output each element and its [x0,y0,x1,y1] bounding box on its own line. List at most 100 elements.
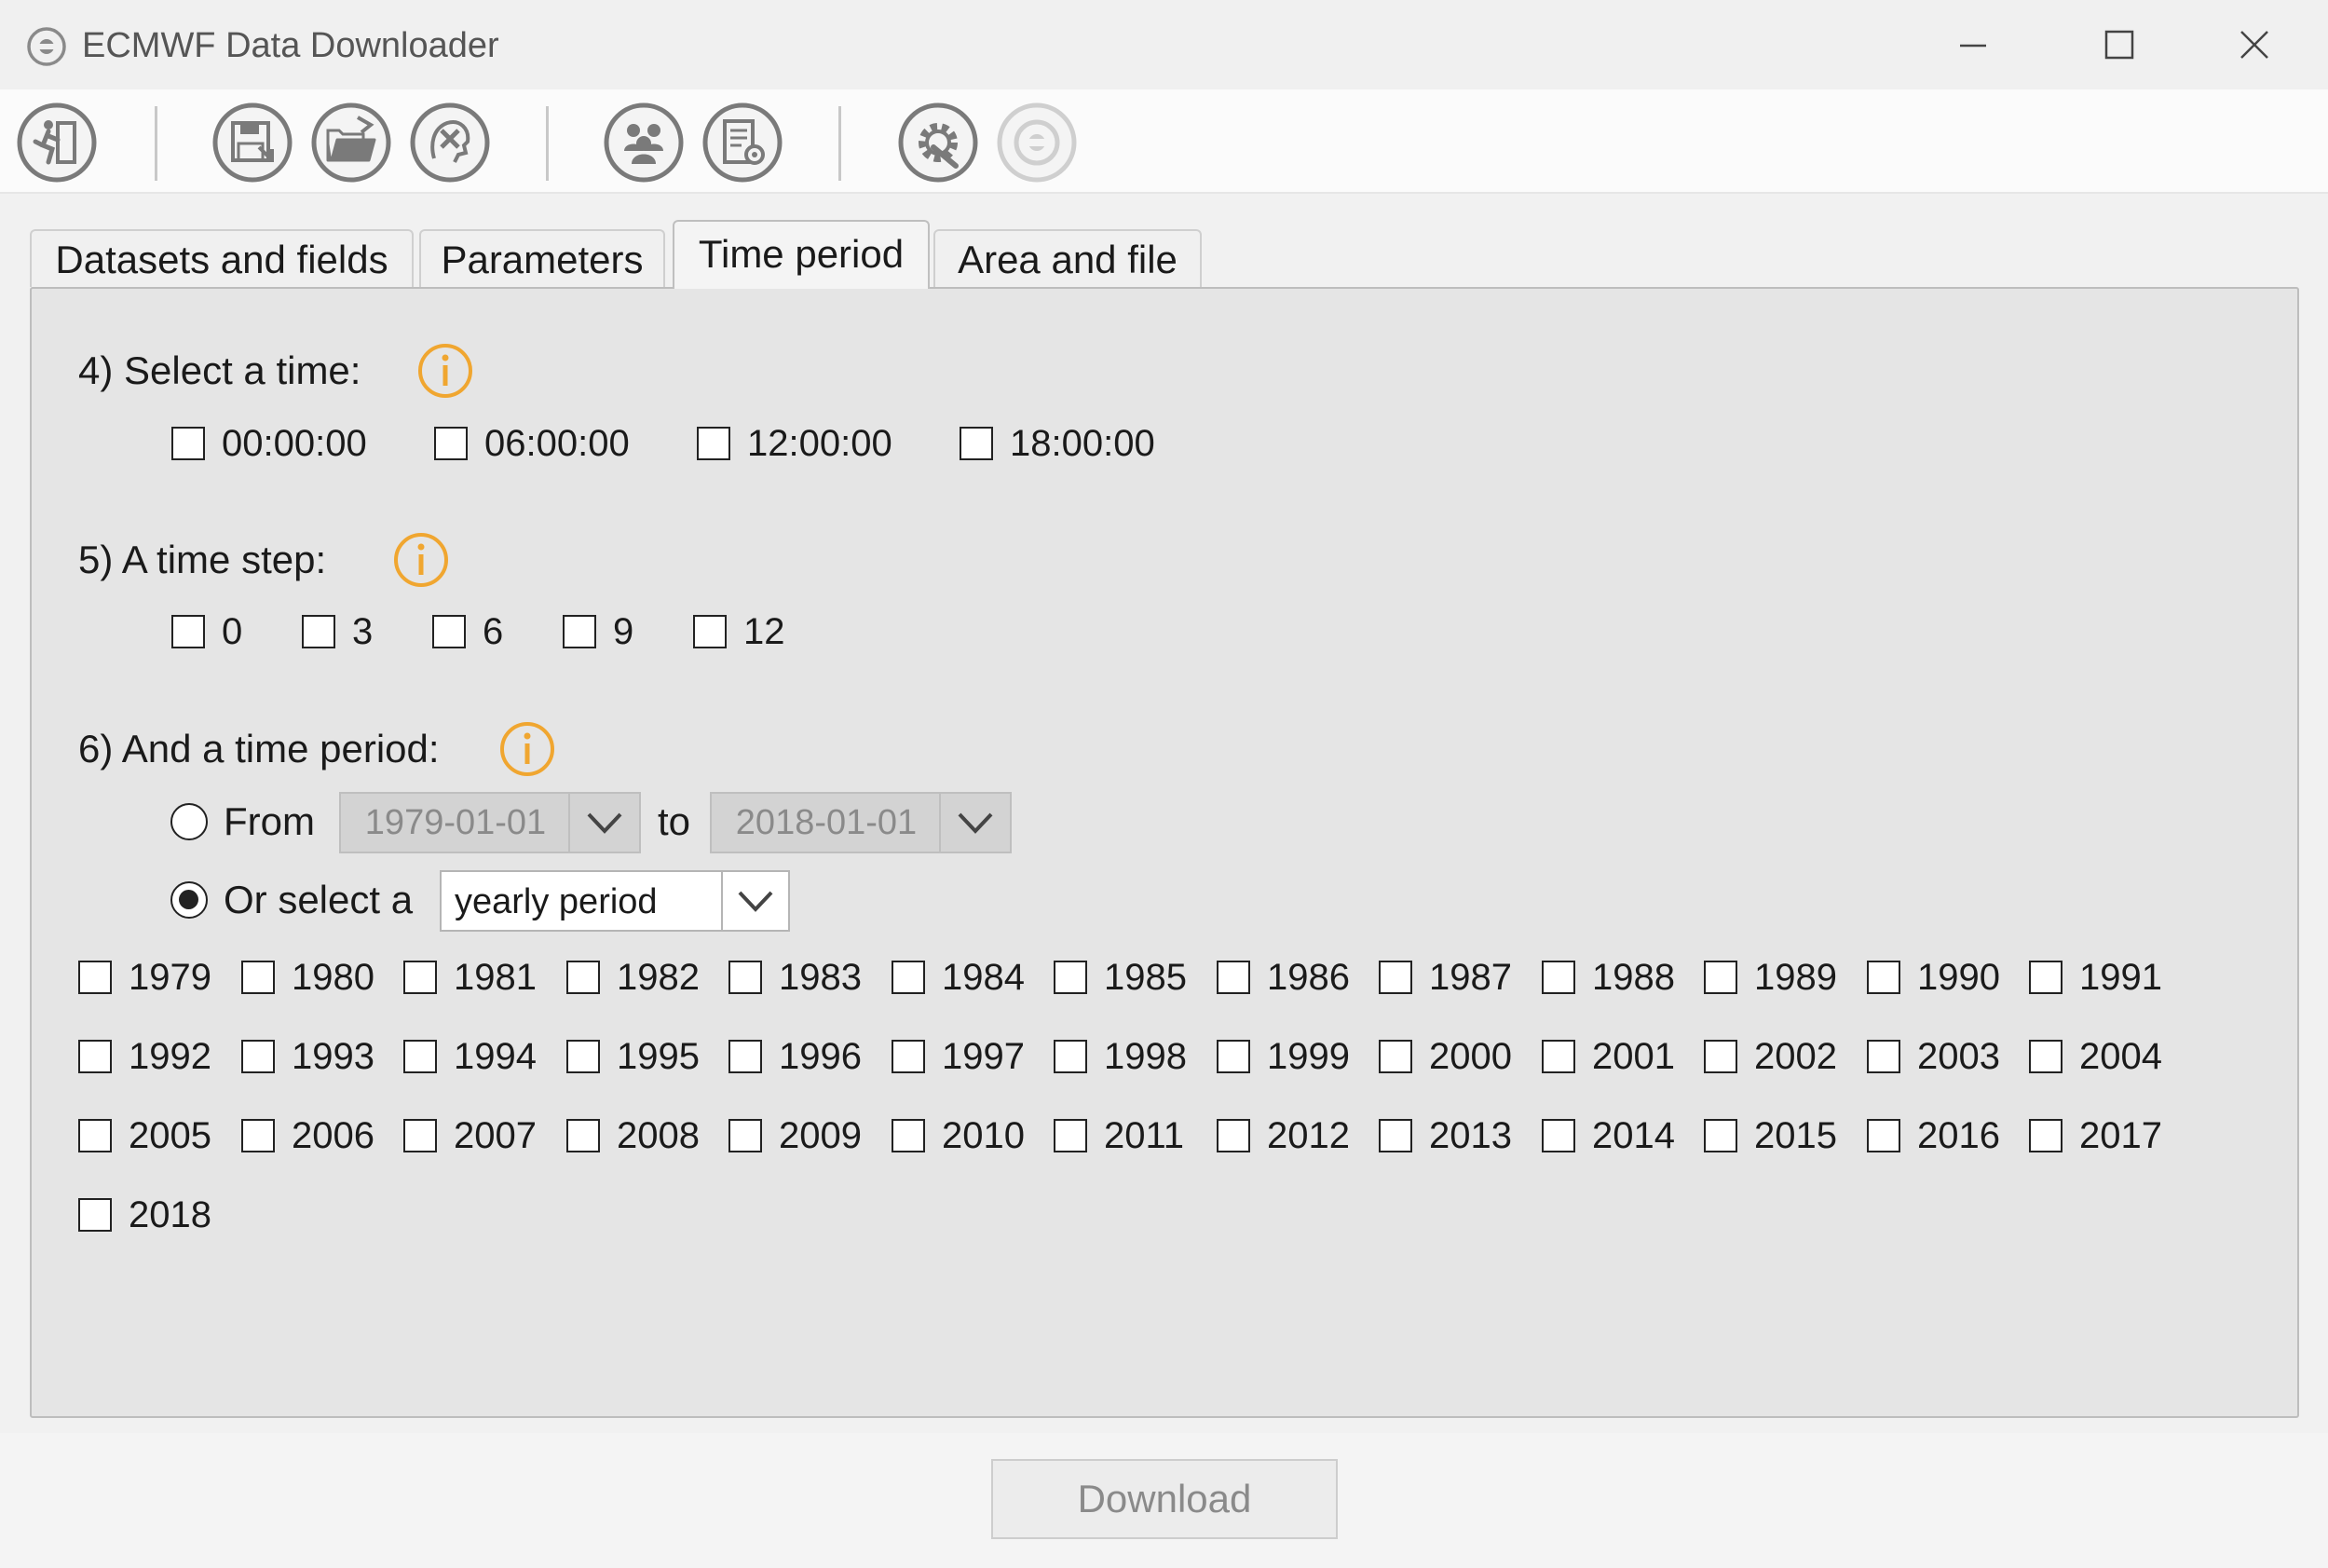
maximize-icon[interactable] [2090,20,2146,69]
year-checkbox-2015[interactable] [1704,1119,1737,1152]
year-checkbox-1996[interactable] [728,1040,762,1073]
help-icon[interactable] [995,101,1079,184]
year-checkbox-1989[interactable] [1704,961,1737,994]
tab-time-period[interactable]: Time period [673,220,930,289]
year-checkbox-1997[interactable] [892,1040,925,1073]
step-checkbox-9[interactable] [563,615,596,648]
year-checkbox-1991[interactable] [2029,961,2063,994]
exit-icon[interactable] [15,101,99,184]
year-checkbox-1979[interactable] [78,961,112,994]
time-option-label: 00:00:00 [222,423,367,464]
step-checkbox-6[interactable] [432,615,466,648]
year-label: 1999 [1267,1036,1350,1077]
year-checkbox-2003[interactable] [1867,1040,1900,1073]
step-checkbox-12[interactable] [693,615,727,648]
year-label: 1994 [454,1036,537,1077]
year-checkbox-2014[interactable] [1542,1119,1575,1152]
time-checkbox-1200[interactable] [697,427,730,460]
from-date-value: 1979-01-01 [364,803,547,842]
year-checkbox-2006[interactable] [241,1119,275,1152]
year-checkbox-2011[interactable] [1054,1119,1087,1152]
title-bar: ECMWF Data Downloader [0,0,2328,89]
year-checkbox-2007[interactable] [403,1119,437,1152]
year-checkbox-2010[interactable] [892,1119,925,1152]
report-settings-icon[interactable] [701,101,784,184]
year-checkbox-2012[interactable] [1217,1119,1250,1152]
chevron-down-icon[interactable] [939,794,1010,852]
year-checkbox-2008[interactable] [566,1119,600,1152]
year-checkbox-1984[interactable] [892,961,925,994]
year-checkbox-1987[interactable] [1379,961,1412,994]
year-checkbox-1994[interactable] [403,1040,437,1073]
from-label: From [224,799,315,843]
step-checkbox-3[interactable] [302,615,335,648]
year-label: 1984 [942,957,1025,998]
year-checkbox-1981[interactable] [403,961,437,994]
year-checkbox-1985[interactable] [1054,961,1087,994]
main-area: Datasets and fields Parameters Time peri… [0,194,2328,1433]
chevron-down-icon[interactable] [721,872,788,930]
year-label: 2000 [1429,1036,1512,1077]
time-option-label: 06:00:00 [484,423,630,464]
year-checkbox-2002[interactable] [1704,1040,1737,1073]
users-icon[interactable] [602,101,686,184]
year-checkbox-1990[interactable] [1867,961,1900,994]
window-title: ECMWF Data Downloader [82,26,499,65]
year-checkbox-1982[interactable] [566,961,600,994]
save-icon[interactable] [211,101,294,184]
info-icon[interactable] [415,341,475,401]
toolbar [0,89,2328,194]
time-period-panel: 4) Select a time: 00:00:00 06:00:00 12:0… [30,287,2299,1418]
year-checkbox-1998[interactable] [1054,1040,1087,1073]
bottom-bar: Download [0,1433,2328,1568]
step-option-label: 6 [483,611,504,652]
year-checkbox-2000[interactable] [1379,1040,1412,1073]
year-checkbox-1999[interactable] [1217,1040,1250,1073]
time-checkbox-0000[interactable] [171,427,205,460]
year-label: 2007 [454,1115,537,1156]
year-checkbox-2013[interactable] [1379,1119,1412,1152]
year-checkbox-2016[interactable] [1867,1119,1900,1152]
from-radio[interactable] [170,803,208,840]
step-checkbox-0[interactable] [171,615,205,648]
year-checkbox-1992[interactable] [78,1040,112,1073]
year-label: 2010 [942,1115,1025,1156]
tab-parameters[interactable]: Parameters [419,229,665,287]
settings-gear-icon[interactable] [896,101,980,184]
minimize-icon[interactable] [1945,20,2001,69]
close-icon[interactable] [2226,20,2282,69]
year-checkbox-2018[interactable] [78,1198,112,1232]
tab-datasets-and-fields[interactable]: Datasets and fields [30,229,414,287]
year-label: 2014 [1592,1115,1675,1156]
download-button[interactable]: Download [991,1459,1338,1539]
app-logo-icon [27,27,66,66]
clear-settings-icon[interactable] [408,101,492,184]
to-date-dropdown[interactable]: 2018-01-01 [710,792,1012,853]
year-checkbox-1995[interactable] [566,1040,600,1073]
select-period-radio[interactable] [170,881,208,919]
year-checkbox-1988[interactable] [1542,961,1575,994]
info-icon[interactable] [497,719,557,779]
period-type-dropdown[interactable]: yearly period [440,870,790,932]
time-checkbox-0600[interactable] [434,427,468,460]
info-icon[interactable] [391,530,451,590]
year-checkbox-1983[interactable] [728,961,762,994]
year-label: 1987 [1429,957,1512,998]
year-checkbox-2009[interactable] [728,1119,762,1152]
year-label: 2006 [292,1115,374,1156]
year-label: 2008 [617,1115,700,1156]
chevron-down-icon[interactable] [568,794,639,852]
year-checkbox-1986[interactable] [1217,961,1250,994]
year-checkbox-1993[interactable] [241,1040,275,1073]
open-folder-icon[interactable] [309,101,393,184]
year-checkbox-2004[interactable] [2029,1040,2063,1073]
from-date-dropdown[interactable]: 1979-01-01 [339,792,641,853]
tab-area-and-file[interactable]: Area and file [933,229,1202,287]
year-checkbox-2005[interactable] [78,1119,112,1152]
year-checkbox-2017[interactable] [2029,1119,2063,1152]
year-checkbox-2001[interactable] [1542,1040,1575,1073]
year-checkbox-1980[interactable] [241,961,275,994]
toolbar-separator [155,106,157,181]
time-option-label: 12:00:00 [747,423,892,464]
time-checkbox-1800[interactable] [960,427,993,460]
